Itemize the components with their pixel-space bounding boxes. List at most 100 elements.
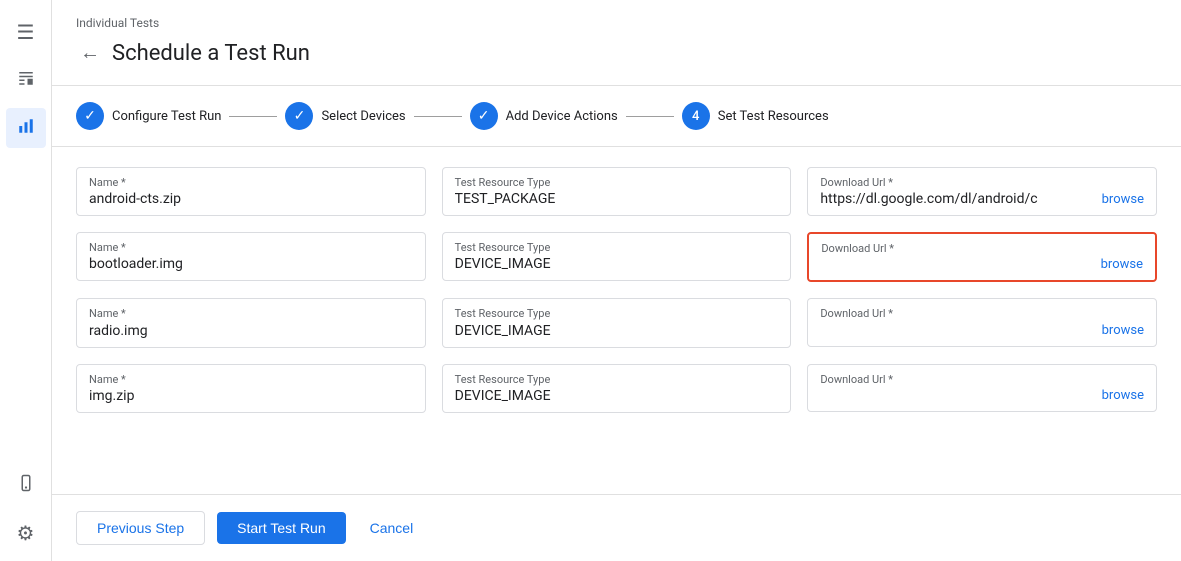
browse-link-3[interactable]: browse — [1102, 323, 1144, 338]
type-value-1: TEST_PACKAGE — [455, 191, 779, 207]
browse-link-2[interactable]: browse — [1101, 257, 1143, 272]
step-label-add-actions: Add Device Actions — [506, 109, 618, 124]
name-label-1: Name * — [89, 176, 413, 189]
resource-row-2: Name * bootloader.img Test Resource Type… — [76, 232, 1157, 282]
step-label-select-devices: Select Devices — [321, 109, 405, 124]
footer: Previous Step Start Test Run Cancel — [52, 494, 1181, 561]
type-field-2: Test Resource Type DEVICE_IMAGE — [442, 232, 792, 282]
name-field-2: Name * bootloader.img — [76, 232, 426, 282]
url-value-1: https://dl.google.com/dl/android/c — [820, 191, 1037, 207]
previous-step-button[interactable]: Previous Step — [76, 511, 205, 545]
sidebar-item-charts[interactable] — [6, 108, 46, 148]
type-label-4: Test Resource Type — [455, 373, 779, 386]
name-value-1: android-cts.zip — [89, 191, 413, 207]
stepper: ✓ Configure Test Run ✓ Select Devices ✓ … — [52, 86, 1181, 147]
type-wrapper-2: Test Resource Type DEVICE_IMAGE — [442, 232, 792, 281]
type-wrapper-3: Test Resource Type DEVICE_IMAGE — [442, 298, 792, 347]
step-configure: ✓ Configure Test Run — [76, 102, 221, 130]
connector-3 — [626, 116, 674, 117]
main-content: Individual Tests ← Schedule a Test Run ✓… — [52, 0, 1181, 561]
breadcrumb: Individual Tests — [76, 16, 1157, 30]
type-value-4: DEVICE_IMAGE — [455, 388, 779, 404]
sidebar-item-devices[interactable] — [6, 465, 46, 505]
url-wrapper-1: Download Url * https://dl.google.com/dl/… — [807, 167, 1157, 216]
url-wrapper-4: Download Url * browse — [807, 364, 1157, 412]
url-wrapper-2: Download Url * browse — [807, 232, 1157, 282]
sidebar-item-settings[interactable]: ⚙ — [6, 513, 46, 553]
url-wrapper-3: Download Url * browse — [807, 298, 1157, 346]
type-wrapper-1: Test Resource Type TEST_PACKAGE — [442, 167, 792, 216]
step-circle-add-actions: ✓ — [470, 102, 498, 130]
name-label-2: Name * — [89, 241, 413, 254]
name-wrapper-4: Name * img.zip — [76, 364, 426, 413]
list-icon: ☰ — [17, 20, 35, 44]
settings-icon: ⚙ — [17, 521, 35, 545]
url-label-1: Download Url * — [820, 176, 1144, 189]
resource-row-3: Name * radio.img Test Resource Type DEVI… — [76, 298, 1157, 347]
title-row: ← Schedule a Test Run — [76, 38, 1157, 69]
name-wrapper-3: Name * radio.img — [76, 298, 426, 347]
name-wrapper-2: Name * bootloader.img — [76, 232, 426, 281]
url-label-2: Download Url * — [821, 242, 1143, 255]
url-field-3: Download Url * browse — [807, 298, 1157, 347]
step-add-actions: ✓ Add Device Actions — [470, 102, 618, 130]
type-field-1: Test Resource Type TEST_PACKAGE — [442, 167, 792, 216]
name-wrapper-1: Name * android-cts.zip — [76, 167, 426, 216]
name-label-4: Name * — [89, 373, 413, 386]
back-arrow-icon: ← — [80, 42, 100, 65]
resource-row-4: Name * img.zip Test Resource Type DEVICE… — [76, 364, 1157, 413]
sidebar-item-calendar[interactable] — [6, 60, 46, 100]
url-label-4: Download Url * — [820, 373, 1144, 386]
back-button[interactable]: ← — [76, 38, 104, 69]
url-row-1: https://dl.google.com/dl/android/c brows… — [820, 191, 1144, 207]
sidebar: ☰ ⚙ — [0, 0, 52, 561]
type-label-3: Test Resource Type — [455, 307, 779, 320]
step-circle-set-resources: 4 — [682, 102, 710, 130]
start-test-run-button[interactable]: Start Test Run — [217, 512, 345, 544]
step-label-configure: Configure Test Run — [112, 109, 221, 124]
calendar-icon — [17, 68, 35, 92]
step-set-resources: 4 Set Test Resources — [682, 102, 829, 130]
name-value-3: radio.img — [89, 323, 413, 339]
step-number-set-resources: 4 — [692, 109, 699, 124]
step-circle-configure: ✓ — [76, 102, 104, 130]
content-area: Name * android-cts.zip Test Resource Typ… — [52, 147, 1181, 494]
sidebar-item-list[interactable]: ☰ — [6, 12, 46, 52]
url-row-3: browse — [820, 323, 1144, 338]
url-field-2: Download Url * browse — [807, 232, 1157, 282]
name-field-3: Name * radio.img — [76, 298, 426, 347]
type-label-2: Test Resource Type — [455, 241, 779, 254]
header: Individual Tests ← Schedule a Test Run — [52, 0, 1181, 86]
url-field-4: Download Url * browse — [807, 364, 1157, 413]
chart-icon — [17, 116, 35, 140]
browse-link-4[interactable]: browse — [1102, 388, 1144, 403]
connector-2 — [414, 116, 462, 117]
type-value-2: DEVICE_IMAGE — [455, 256, 779, 272]
step-select-devices: ✓ Select Devices — [285, 102, 405, 130]
type-label-1: Test Resource Type — [455, 176, 779, 189]
phone-icon — [17, 473, 35, 497]
browse-link-1[interactable]: browse — [1102, 192, 1144, 207]
check-icon-configure: ✓ — [84, 108, 96, 124]
step-label-set-resources: Set Test Resources — [718, 109, 829, 124]
name-value-2: bootloader.img — [89, 256, 413, 272]
type-wrapper-4: Test Resource Type DEVICE_IMAGE — [442, 364, 792, 413]
type-field-4: Test Resource Type DEVICE_IMAGE — [442, 364, 792, 413]
check-icon-add-actions: ✓ — [478, 108, 490, 124]
name-field-4: Name * img.zip — [76, 364, 426, 413]
url-row-4: browse — [820, 388, 1144, 403]
name-field-1: Name * android-cts.zip — [76, 167, 426, 216]
connector-1 — [229, 116, 277, 117]
type-value-3: DEVICE_IMAGE — [455, 323, 779, 339]
page-title: Schedule a Test Run — [112, 41, 310, 66]
name-value-4: img.zip — [89, 388, 413, 404]
url-field-1: Download Url * https://dl.google.com/dl/… — [807, 167, 1157, 216]
type-field-3: Test Resource Type DEVICE_IMAGE — [442, 298, 792, 347]
url-row-2: browse — [821, 257, 1143, 272]
resource-row-1: Name * android-cts.zip Test Resource Typ… — [76, 167, 1157, 216]
check-icon-select-devices: ✓ — [294, 108, 306, 124]
step-circle-select-devices: ✓ — [285, 102, 313, 130]
cancel-button[interactable]: Cancel — [358, 512, 426, 544]
name-label-3: Name * — [89, 307, 413, 320]
url-label-3: Download Url * — [820, 307, 1144, 320]
